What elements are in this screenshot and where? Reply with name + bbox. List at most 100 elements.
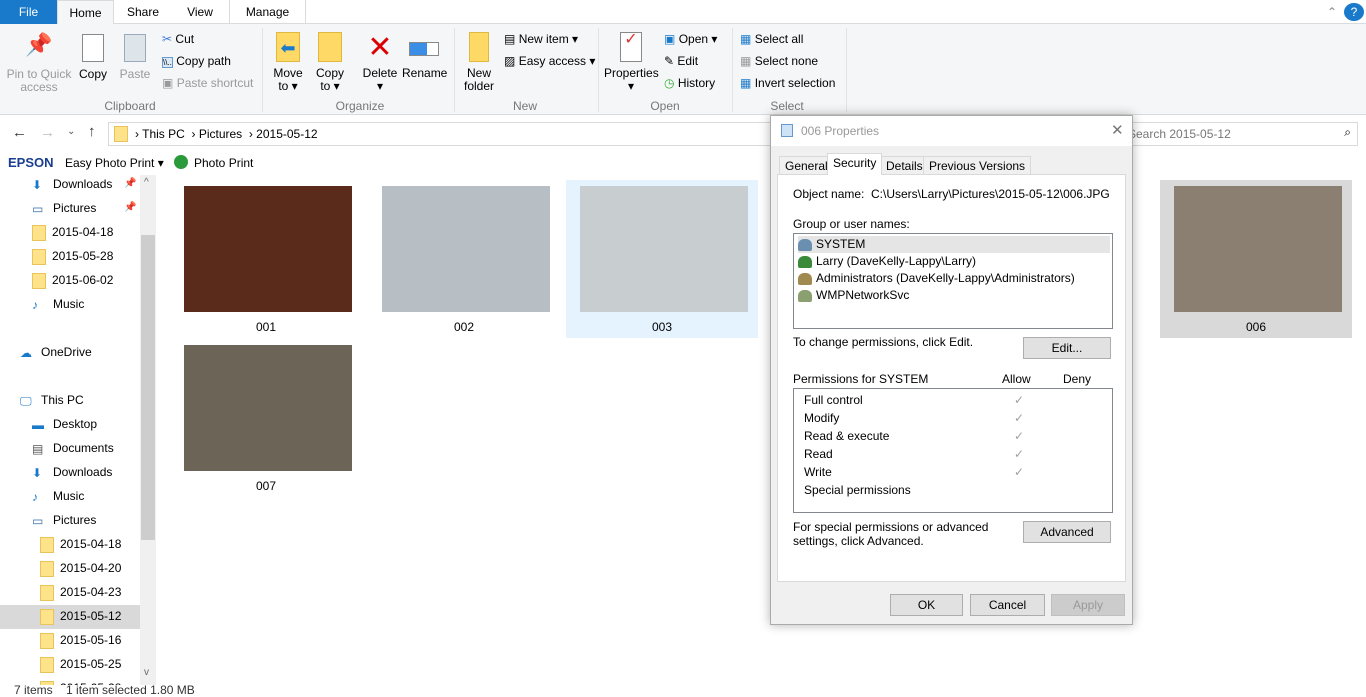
nav-item-documents[interactable]: ▤ Documents	[0, 437, 140, 461]
folder-icon	[32, 224, 46, 241]
edit-button[interactable]: Edit...	[1023, 337, 1111, 359]
user-row[interactable]: Larry (DaveKelly-Lappy\Larry)	[798, 253, 1110, 270]
scrollbar-thumb[interactable]	[141, 235, 155, 540]
search-box[interactable]: Search 2015-05-12 ⌕	[1119, 123, 1359, 145]
tab-share[interactable]: Share	[114, 0, 172, 24]
nav-item-2015-04-18[interactable]: 2015-04-18	[0, 533, 140, 557]
photo-thumbnail	[580, 186, 748, 312]
nav-item-2015-04-18[interactable]: 2015-04-18	[0, 221, 140, 245]
copy-button[interactable]: Copy	[76, 34, 110, 81]
invert-selection-button[interactable]: ▦ Invert selection	[740, 76, 835, 90]
nav-item-pictures[interactable]: ▭ Pictures	[0, 509, 140, 533]
recent-chevron-icon[interactable]: ⌄	[67, 126, 75, 137]
tab-home[interactable]: Home	[57, 0, 114, 25]
select-none-icon: ▦	[740, 54, 752, 68]
nav-item-label: Pictures	[53, 513, 97, 527]
file-thumbnail-001[interactable]: 001	[170, 180, 362, 338]
address-bar[interactable]: › This PC › Pictures › 2015-05-12 Search…	[108, 122, 1358, 146]
object-name-value: C:\Users\Larry\Pictures\2015-05-12\006.J…	[871, 187, 1110, 201]
file-thumbnail-003[interactable]: 003	[566, 180, 758, 338]
crumb-folder[interactable]: 2015-05-12	[256, 127, 317, 141]
move-to-button[interactable]: ⬅ Move to ▾	[270, 32, 306, 93]
paste-button[interactable]: Paste	[118, 34, 152, 81]
crumb-this-pc[interactable]: This PC	[142, 127, 185, 141]
nav-item-2015-04-23[interactable]: 2015-04-23	[0, 581, 140, 605]
cancel-button[interactable]: Cancel	[970, 594, 1045, 616]
up-icon[interactable]: ↑	[88, 123, 96, 140]
advanced-button[interactable]: Advanced	[1023, 521, 1111, 543]
pin-icon[interactable]: 📌	[124, 175, 136, 195]
rename-button[interactable]: Rename	[402, 32, 447, 80]
nav-item-2015-05-12[interactable]: 2015-05-12	[0, 605, 140, 629]
nav-item-music[interactable]: ♪ Music	[0, 293, 140, 317]
user-row[interactable]: SYSTEM	[798, 236, 1110, 253]
pin-icon[interactable]: 📌	[124, 197, 136, 219]
properties-button[interactable]: ✓ Properties ▾	[604, 32, 659, 93]
nav-item-label: Music	[53, 297, 85, 311]
edit-button[interactable]: ✎ Edit	[664, 54, 698, 68]
apply-button[interactable]: Apply	[1051, 594, 1125, 616]
tab-view[interactable]: View	[172, 0, 228, 24]
nav-item-label: 2015-04-20	[60, 561, 122, 575]
easy-access-button[interactable]: ▨ Easy access ▾	[504, 54, 595, 68]
nav-item-pictures[interactable]: ▭ Pictures 📌	[0, 197, 140, 221]
user-row[interactable]: Administrators (DaveKelly-Lappy\Administ…	[798, 270, 1110, 287]
cut-button[interactable]: ✂ Cut	[162, 32, 194, 46]
file-thumbnail-006[interactable]: 006	[1160, 180, 1352, 338]
group-select: Select	[770, 99, 804, 113]
file-thumbnail-007[interactable]: 007	[170, 339, 362, 497]
history-button[interactable]: ◷ History	[664, 76, 715, 90]
permission-name: Write	[804, 465, 832, 479]
forward-icon[interactable]: →	[40, 124, 55, 141]
open-icon: ▣	[664, 32, 676, 46]
collapse-ribbon-icon[interactable]: ⌃	[1322, 0, 1342, 24]
nav-item-2015-05-28[interactable]: 2015-05-28	[0, 245, 140, 269]
easy-photo-print-button[interactable]: Easy Photo Print ▾	[65, 156, 164, 170]
pin-label: Pin to Quick access	[6, 67, 72, 94]
nav-item-desktop[interactable]: ▬ Desktop	[0, 413, 140, 437]
select-all-icon: ▦	[740, 32, 752, 46]
tab-previous-versions[interactable]: Previous Versions	[923, 156, 1032, 175]
path-icon: \\..	[162, 57, 173, 68]
select-none-button[interactable]: ▦ Select none	[740, 54, 818, 68]
new-folder-button[interactable]: New folder	[460, 32, 498, 93]
tab-file[interactable]: File	[0, 0, 57, 24]
tab-general[interactable]: General	[779, 156, 834, 175]
nav-item-downloads[interactable]: ⬇ Downloads 📌	[0, 175, 140, 197]
new-item-button[interactable]: ▤ New item ▾	[504, 32, 578, 46]
help-icon[interactable]: ?	[1344, 3, 1364, 21]
select-all-button[interactable]: ▦ Select all	[740, 32, 803, 46]
tab-security[interactable]: Security	[827, 153, 883, 175]
close-icon[interactable]: ✕	[1111, 121, 1124, 139]
paste-shortcut-button[interactable]: ▣ Paste shortcut	[162, 76, 253, 90]
nav-item-music[interactable]: ♪ Music	[0, 485, 140, 509]
open-button[interactable]: ▣ Open ▾	[664, 32, 717, 46]
nav-item-2015-06-02[interactable]: 2015-06-02	[0, 269, 140, 293]
nav-item-2015-05-25[interactable]: 2015-05-25	[0, 653, 140, 677]
user-name: WMPNetworkSvc	[816, 288, 910, 302]
permissions-list: Full control ✓ Modify ✓ Read & execute ✓ Read ✓…	[793, 388, 1113, 513]
pin-button[interactable]: 📌 Pin to Quick access	[4, 34, 74, 94]
file-thumbnail-002[interactable]: 002	[368, 180, 560, 338]
nav-item-onedrive[interactable]: ☁ OneDrive	[0, 341, 140, 365]
nav-scrollbar[interactable]: ^ v	[140, 175, 156, 685]
tab-details[interactable]: Details	[880, 156, 929, 175]
nav-item-this-pc[interactable]: 🖵 This PC	[0, 389, 140, 413]
crumb-pictures[interactable]: Pictures	[199, 127, 242, 141]
users-icon	[798, 238, 812, 251]
delete-button[interactable]: ✕ Delete ▾	[360, 32, 400, 93]
tab-manage[interactable]: Manage	[229, 0, 306, 24]
image-file-icon	[781, 124, 793, 137]
copy-path-button[interactable]: \\.. Copy path	[162, 54, 231, 68]
nav-item-downloads[interactable]: ⬇ Downloads	[0, 461, 140, 485]
back-icon[interactable]: ←	[12, 124, 27, 141]
ok-button[interactable]: OK	[890, 594, 963, 616]
photo-print-button[interactable]: Photo Print	[194, 156, 253, 170]
delete-x-icon: ✕	[367, 31, 393, 64]
nav-item-2015-05-16[interactable]: 2015-05-16	[0, 629, 140, 653]
permission-name: Read & execute	[804, 429, 890, 443]
user-row[interactable]: WMPNetworkSvc	[798, 287, 1110, 304]
nav-item-label: 2015-05-28	[52, 249, 114, 263]
copy-to-button[interactable]: Copy to ▾	[312, 32, 348, 93]
nav-item-2015-04-20[interactable]: 2015-04-20	[0, 557, 140, 581]
